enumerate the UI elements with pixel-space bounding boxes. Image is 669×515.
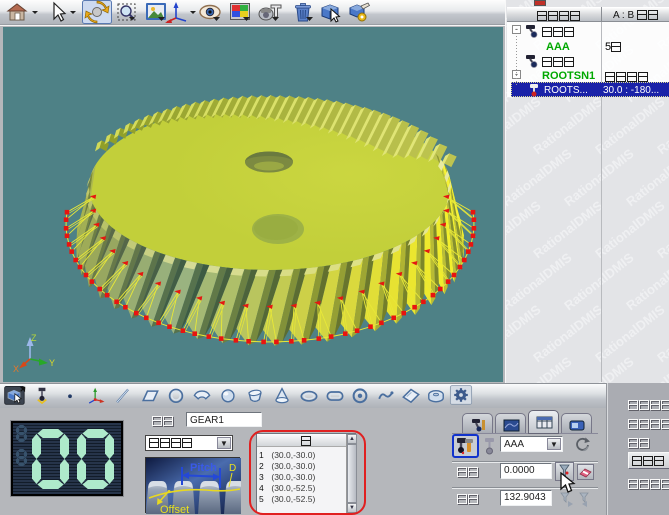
svg-text:D: D	[229, 463, 236, 474]
svg-text:Z: Z	[31, 333, 37, 343]
svg-text:Y: Y	[49, 358, 55, 368]
svg-text:X: X	[13, 364, 19, 374]
svg-text:Offset: Offset	[160, 504, 189, 514]
svg-text:Pitch: Pitch	[190, 462, 217, 474]
